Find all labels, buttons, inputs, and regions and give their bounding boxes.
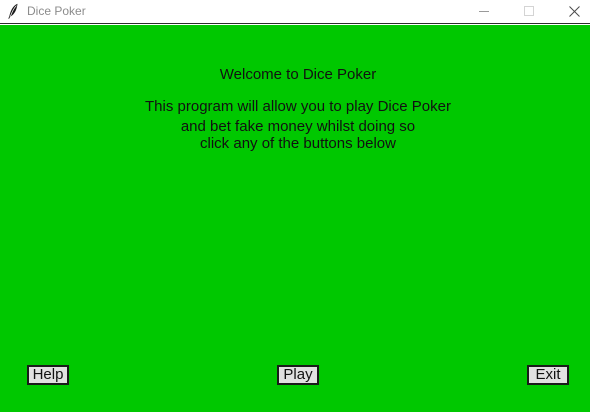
title-bar[interactable]: Dice Poker [0, 0, 590, 24]
play-button[interactable]: Play [277, 365, 319, 385]
feather-icon [7, 3, 19, 19]
main-area: Welcome to Dice Poker This program will … [0, 25, 590, 412]
window-title: Dice Poker [27, 4, 86, 18]
app-window: Dice Poker Welcome to Dice Poker This pr… [0, 0, 590, 412]
minimize-button[interactable] [462, 0, 507, 23]
close-icon [569, 6, 580, 17]
close-button[interactable] [552, 0, 590, 23]
help-button[interactable]: Help [27, 365, 69, 385]
description-line: click any of the buttons below [200, 135, 396, 152]
description-line: and bet fake money whilst doing so [180, 118, 416, 135]
maximize-button[interactable] [507, 0, 552, 23]
maximize-icon [524, 6, 535, 17]
exit-button[interactable]: Exit [527, 365, 569, 385]
description-line: This program will allow you to play Dice… [145, 98, 451, 115]
welcome-heading: Welcome to Dice Poker [219, 66, 377, 83]
minimize-icon [479, 6, 490, 17]
